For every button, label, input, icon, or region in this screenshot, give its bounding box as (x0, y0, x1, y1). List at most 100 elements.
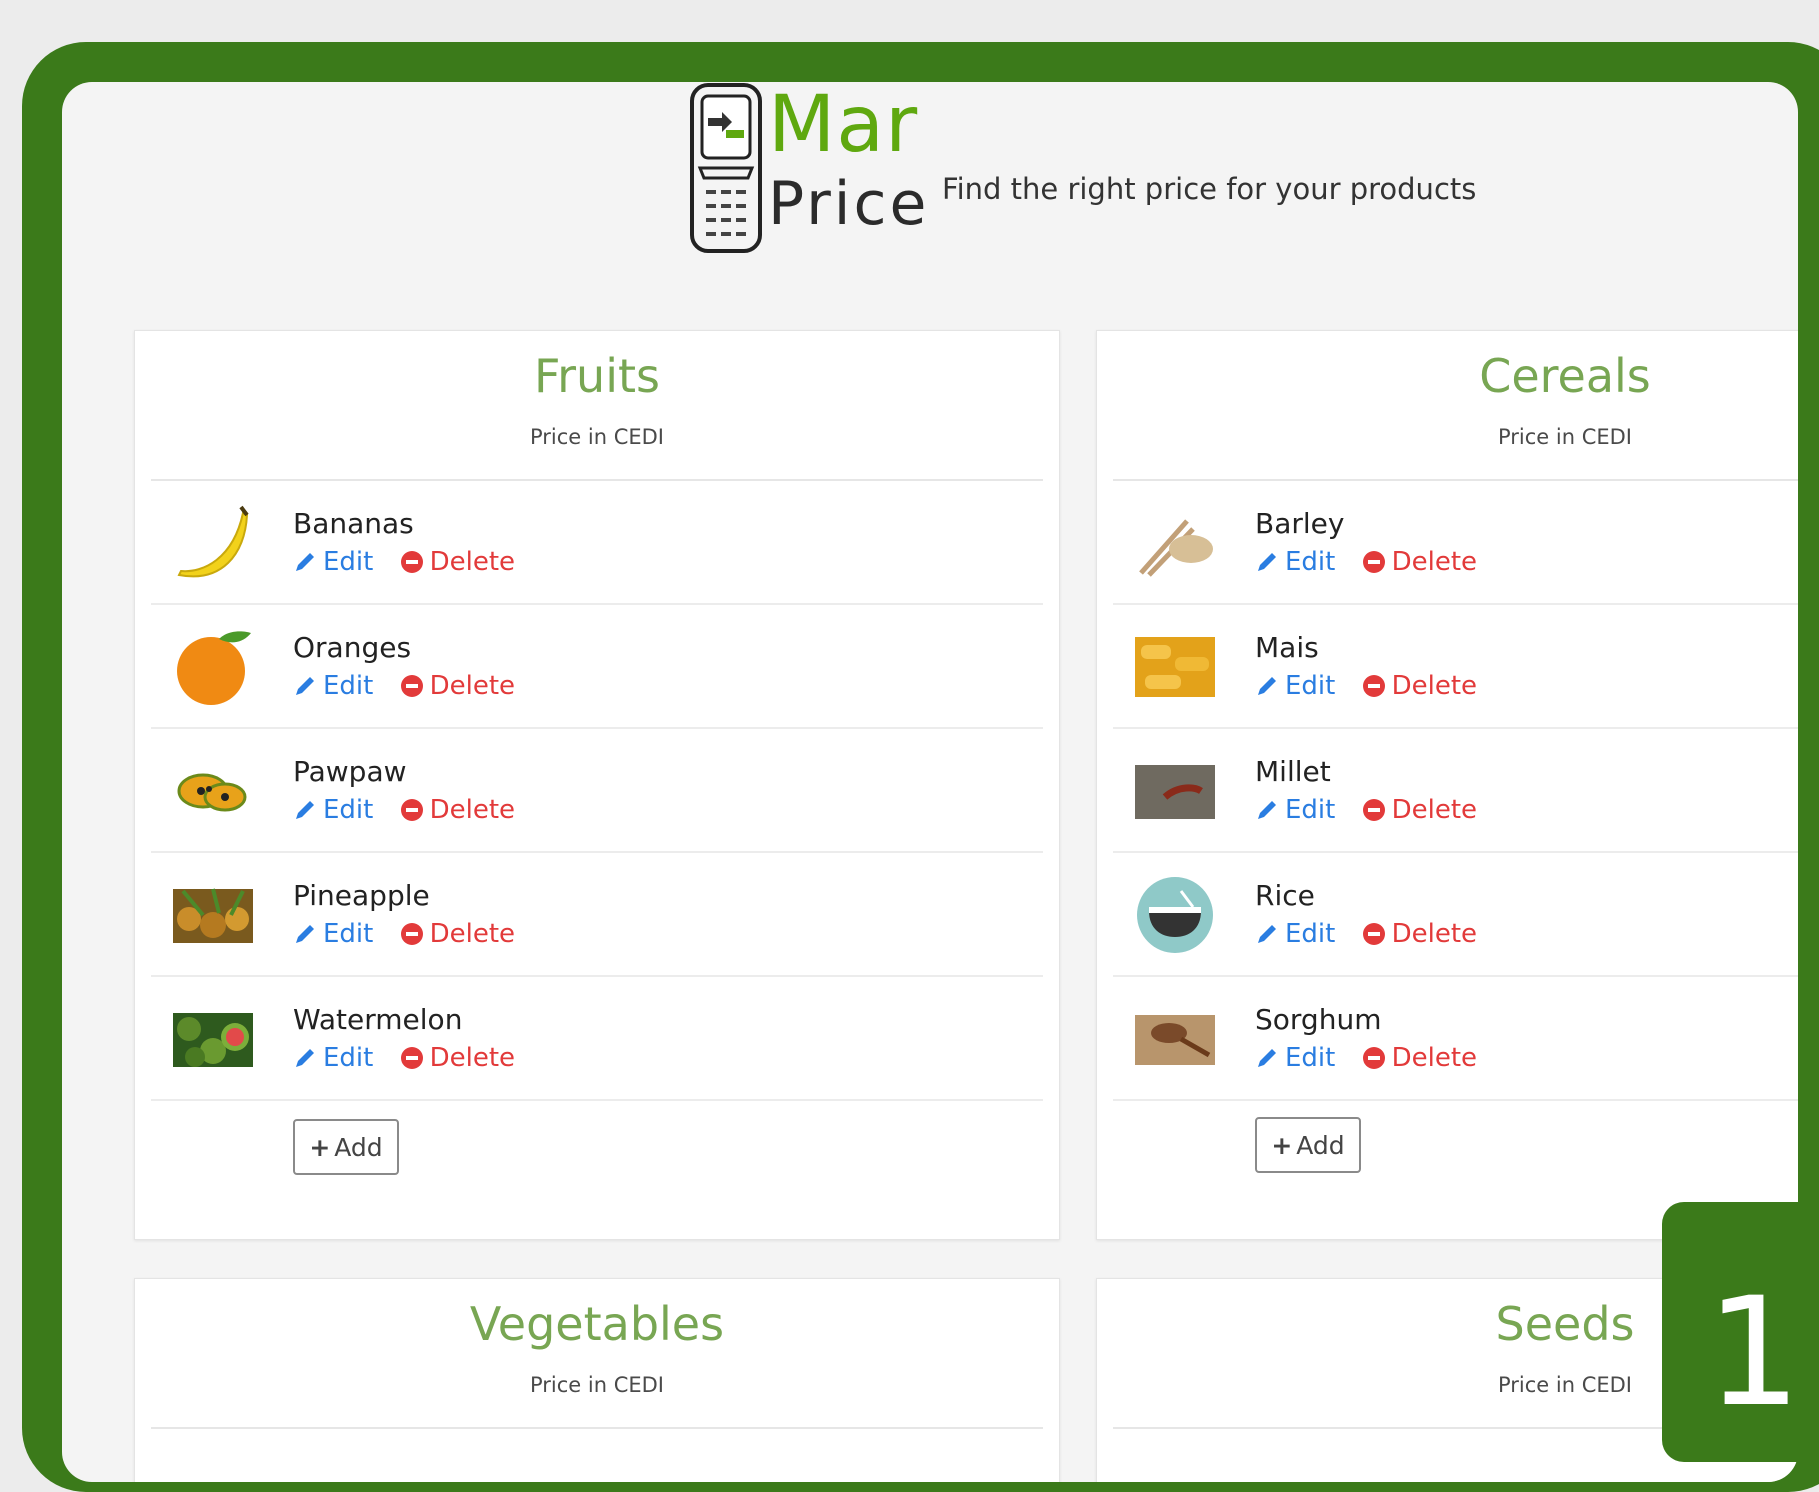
step-badge: 1 (1662, 1202, 1819, 1462)
delete-button[interactable]: Delete (400, 547, 515, 577)
panel-subtitle: Price in CEDI (529, 1373, 665, 1397)
minus-circle-icon (400, 1047, 423, 1069)
logo-text-top: Mar (768, 82, 919, 170)
pencil-icon (1258, 801, 1276, 819)
pencil-icon (296, 677, 314, 695)
millet-icon (1135, 765, 1215, 819)
minus-circle-icon (400, 675, 423, 697)
add-cereal-button[interactable]: + Add (1255, 1117, 1361, 1173)
edit-button[interactable]: Edit (1255, 547, 1335, 577)
edit-label: Edit (323, 547, 374, 577)
panel-title: Fruits (534, 349, 660, 403)
edit-label: Edit (323, 795, 374, 825)
delete-label: Delete (429, 1043, 516, 1073)
edit-button[interactable]: Edit (293, 547, 373, 577)
item-actions: Edit Delete (293, 547, 515, 581)
pawpaw-icon (177, 773, 247, 812)
item-name: Pawpaw (293, 755, 407, 788)
edit-button[interactable]: Edit (1255, 919, 1335, 949)
edit-button[interactable]: Edit (293, 795, 373, 825)
pencil-icon (296, 925, 314, 943)
pencil-icon (296, 553, 314, 571)
cereals-panel: Cereals Price in CEDI Barley Edit Delete… (1096, 330, 1798, 1240)
item-actions: Edit Delete (293, 795, 515, 829)
delete-button[interactable]: Delete (400, 1043, 515, 1073)
item-name: Rice (1255, 879, 1315, 912)
edit-button[interactable]: Edit (1255, 795, 1335, 825)
pencil-icon (296, 801, 314, 819)
delete-label: Delete (1391, 795, 1478, 825)
site-header: Mar Price Find the right price for your … (62, 82, 1798, 282)
item-actions: Edit Delete (1255, 671, 1477, 705)
app-screen: Mar Price Find the right price for your … (62, 82, 1798, 1482)
minus-circle-icon (1362, 923, 1385, 945)
pencil-icon (1258, 1049, 1276, 1067)
delete-button[interactable]: Delete (1362, 795, 1477, 825)
delete-label: Delete (1391, 547, 1478, 577)
panel-header: Cereals Price in CEDI (1113, 331, 1798, 481)
pencil-icon (1258, 677, 1276, 695)
list-item: Sorghum Edit Delete (1113, 977, 1798, 1101)
barley-icon (1139, 519, 1213, 577)
delete-label: Delete (1391, 1043, 1478, 1073)
panel-title: Vegetables (469, 1297, 725, 1351)
panel-header: Vegetables Price in CEDI (151, 1279, 1043, 1429)
item-name: Bananas (293, 507, 414, 540)
edit-button[interactable]: Edit (1255, 671, 1335, 701)
edit-button[interactable]: Edit (1255, 1043, 1335, 1073)
fruits-panel: Fruits Price in CEDI Bananas Edit Delete… (134, 330, 1060, 1240)
edit-label: Edit (323, 919, 374, 949)
edit-label: Edit (1285, 547, 1336, 577)
maize-icon (1135, 637, 1215, 697)
pencil-icon (296, 1049, 314, 1067)
delete-button[interactable]: Delete (1362, 1043, 1477, 1073)
edit-button[interactable]: Edit (293, 671, 373, 701)
item-actions: Edit Delete (293, 671, 515, 705)
panel-subtitle: Price in CEDI (1497, 425, 1633, 449)
delete-button[interactable]: Delete (1362, 547, 1477, 577)
minus-circle-icon (400, 799, 423, 821)
edit-button[interactable]: Edit (293, 1043, 373, 1073)
delete-label: Delete (429, 919, 516, 949)
panel-header: Fruits Price in CEDI (151, 331, 1043, 481)
item-actions: Edit Delete (1255, 795, 1477, 829)
add-label: Add (1296, 1130, 1345, 1160)
delete-button[interactable]: Delete (1362, 919, 1477, 949)
item-actions: Edit Delete (1255, 919, 1477, 953)
minus-circle-icon (1362, 1047, 1385, 1069)
list-item: Millet Edit Delete (1113, 729, 1798, 853)
list-item: Pawpaw Edit Delete (151, 729, 1043, 853)
minus-circle-icon (1362, 799, 1385, 821)
item-name: Oranges (293, 631, 412, 664)
plus-icon: + (1271, 1130, 1293, 1160)
step-number: 1 (1706, 1266, 1802, 1440)
item-actions: Edit Delete (293, 919, 515, 953)
edit-label: Edit (1285, 795, 1336, 825)
edit-button[interactable]: Edit (293, 919, 373, 949)
item-name: Millet (1255, 755, 1331, 788)
delete-label: Delete (429, 547, 516, 577)
orange-icon (177, 631, 251, 705)
list-item: Rice Edit Delete (1113, 853, 1798, 977)
vegetables-panel: Vegetables Price in CEDI (134, 1278, 1060, 1482)
plus-icon: + (309, 1132, 331, 1162)
delete-button[interactable]: Delete (400, 919, 515, 949)
pencil-icon (1258, 925, 1276, 943)
item-name: Sorghum (1255, 1003, 1382, 1036)
list-item: Barley Edit Delete (1113, 481, 1798, 605)
list-item: Oranges Edit Delete (151, 605, 1043, 729)
item-actions: Edit Delete (1255, 1043, 1477, 1077)
item-name: Watermelon (293, 1003, 463, 1036)
delete-label: Delete (429, 671, 516, 701)
minus-circle-icon (1362, 551, 1385, 573)
delete-button[interactable]: Delete (1362, 671, 1477, 701)
delete-button[interactable]: Delete (400, 795, 515, 825)
watermelon-icon (173, 1013, 253, 1067)
banana-icon (177, 505, 249, 578)
delete-label: Delete (1391, 671, 1478, 701)
tagline: Find the right price for your products (942, 172, 1477, 206)
panel-title: Cereals (1479, 349, 1651, 403)
delete-button[interactable]: Delete (400, 671, 515, 701)
add-fruit-button[interactable]: + Add (293, 1119, 399, 1175)
list-item: Bananas Edit Delete (151, 481, 1043, 605)
